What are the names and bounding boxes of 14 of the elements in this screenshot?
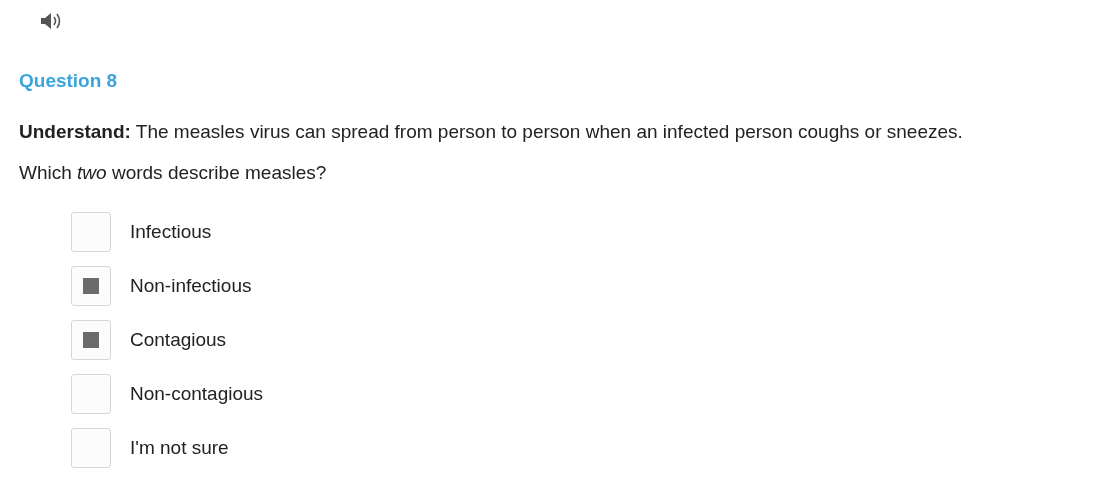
option-label: Infectious bbox=[130, 221, 212, 243]
speaker-icon[interactable] bbox=[40, 12, 62, 30]
question-title: Question 8 bbox=[19, 70, 119, 92]
option-label: I'm not sure bbox=[130, 437, 229, 459]
checkbox[interactable] bbox=[71, 428, 111, 468]
option-label: Non-contagious bbox=[130, 383, 264, 405]
question-text: Understand: The measles virus can spread from person to person when an infected person coughs or sneezes. bbox=[19, 120, 964, 144]
question-prompt: Which two words describe measles? bbox=[19, 161, 328, 185]
checkbox[interactable] bbox=[71, 266, 111, 306]
option-label: Non-infectious bbox=[130, 275, 252, 297]
checkbox[interactable] bbox=[71, 320, 111, 360]
checkbox[interactable] bbox=[71, 212, 111, 252]
checkbox[interactable] bbox=[71, 374, 111, 414]
option-label: Contagious bbox=[130, 329, 227, 351]
